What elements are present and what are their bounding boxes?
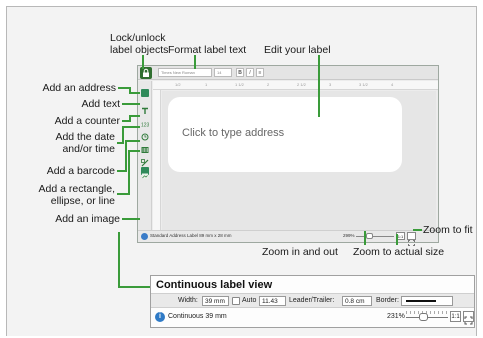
- width-field[interactable]: 39 mm: [202, 296, 229, 306]
- add-image-annotation: Add an image: [55, 213, 120, 225]
- guide-line: [129, 92, 140, 94]
- zoom-to-fit-annotation: Zoom to fit: [423, 224, 473, 236]
- auto-length-field[interactable]: 11.43: [259, 296, 286, 306]
- add-barcode-annotation: Add a barcode: [46, 165, 115, 177]
- editor-status-bar: Standard Address Label 89 mm x 28 mm 299…: [138, 230, 438, 246]
- zoom-actual-annotation: Zoom to actual size: [353, 246, 445, 258]
- width-label: Width:: [178, 297, 198, 304]
- continuous-status: Continuous 39 mm: [168, 313, 227, 320]
- image-icon[interactable]: [141, 167, 149, 179]
- shape-icon[interactable]: [141, 154, 149, 167]
- continuous-actual-size-button[interactable]: 1:1: [450, 311, 461, 322]
- guide-line: [118, 286, 150, 288]
- border-label: Border:: [376, 297, 399, 304]
- guide-line: [122, 103, 140, 105]
- guide-line: [413, 229, 422, 231]
- add-counter-annotation: Add a counter: [54, 115, 120, 127]
- ruler-tick: 1/2: [175, 82, 181, 87]
- edit-label-annotation: Edit your label: [264, 44, 331, 56]
- guide-line: [125, 140, 140, 142]
- continuous-label-panel: Continuous label view Width: 39 mm Auto …: [150, 275, 475, 328]
- guide-line: [364, 231, 366, 245]
- continuous-settings-bar: Width: 39 mm Auto 11.43 Leader/Trailer: …: [151, 293, 474, 308]
- leader-trailer-label: Leader/Trailer:: [289, 297, 335, 304]
- zoom-to-fit-button[interactable]: [407, 232, 416, 246]
- zoom-percent: 299%: [343, 233, 355, 238]
- add-shape-annotation: Add a rectangle, ellipse, or line: [10, 183, 115, 207]
- object-sidebar: 123: [138, 81, 152, 231]
- zoom-slider[interactable]: [356, 236, 394, 237]
- align-button[interactable]: ≡: [256, 68, 264, 77]
- address-icon[interactable]: [141, 89, 149, 97]
- annotation-line: Add the date: [55, 131, 115, 143]
- guide-line: [122, 218, 140, 220]
- italic-button[interactable]: I: [246, 68, 254, 77]
- date-time-icon[interactable]: [141, 128, 149, 141]
- label-placeholder[interactable]: Click to type address: [182, 127, 284, 139]
- guide-line: [129, 115, 140, 117]
- continuous-zoom-to-fit-button[interactable]: [463, 311, 474, 325]
- ruler-tick: 3: [329, 82, 332, 87]
- vertical-ruler: [153, 90, 161, 230]
- guide-line: [318, 55, 320, 117]
- border-select[interactable]: [401, 296, 453, 306]
- annotation-line: ellipse, or line: [50, 195, 115, 207]
- counter-icon[interactable]: 123: [141, 115, 150, 129]
- guide-line: [194, 55, 196, 69]
- annotation-line: and/or time: [62, 143, 115, 155]
- info-icon: i: [155, 312, 165, 322]
- auto-label: Auto: [242, 297, 257, 304]
- label-canvas: Click to type address: [162, 91, 436, 230]
- guide-line: [118, 232, 120, 288]
- ruler-tick: 4: [391, 82, 394, 87]
- add-text-annotation: Add text: [81, 98, 120, 110]
- annotation-line: Add a rectangle,: [38, 183, 115, 195]
- ruler-tick: 3 1/2: [359, 82, 368, 87]
- continuous-zoom-knob[interactable]: [419, 313, 428, 321]
- font-size-select[interactable]: 14: [214, 68, 232, 77]
- zoom-in-out-annotation: Zoom in and out: [262, 246, 338, 258]
- add-date-annotation: Add the date and/or time: [10, 131, 115, 155]
- bold-button[interactable]: B: [236, 68, 244, 77]
- guide-line: [128, 150, 130, 195]
- font-select[interactable]: Times New Roman: [158, 68, 212, 77]
- continuous-zoom-percent: 231%: [387, 313, 405, 320]
- guide-line: [396, 234, 398, 245]
- horizontal-ruler: 1/2 1 1 1/2 2 2 1/2 3 3 1/2 4: [153, 81, 438, 90]
- label-type-status: Standard Address Label 89 mm x 28 mm: [150, 233, 232, 238]
- leader-trailer-field[interactable]: 0.8 cm: [342, 296, 372, 306]
- guide-line: [142, 55, 144, 69]
- border-style-preview: [406, 300, 436, 302]
- barcode-icon[interactable]: [141, 141, 149, 153]
- guide-line: [122, 126, 140, 128]
- guide-line: [122, 126, 124, 144]
- format-text-annotation: Format label text: [168, 44, 247, 56]
- guide-line: [128, 150, 140, 152]
- zoom-slider-knob[interactable]: [366, 233, 373, 239]
- format-toolbar: Times New Roman 14 B I ≡: [138, 66, 438, 80]
- auto-checkbox[interactable]: [232, 297, 240, 305]
- address-label[interactable]: Click to type address: [168, 97, 402, 172]
- ruler-tick: 2: [267, 82, 270, 87]
- text-icon[interactable]: [141, 102, 149, 114]
- label-editor-window: Times New Roman 14 B I ≡ 123 1/2 1 1 1/2…: [137, 65, 439, 246]
- ruler-tick: 1 1/2: [235, 82, 244, 87]
- lock-unlock-annotation: Lock/unlock label objects: [110, 32, 169, 56]
- panel-title: Continuous label view: [156, 279, 273, 291]
- guide-line: [125, 140, 127, 172]
- ruler-tick: 2 1/2: [297, 82, 306, 87]
- ruler-tick: 1: [205, 82, 208, 87]
- info-icon: [141, 233, 148, 240]
- annotation-line: Lock/unlock: [110, 32, 166, 44]
- annotation-line: label objects: [110, 44, 169, 56]
- add-address-annotation: Add an address: [42, 82, 116, 94]
